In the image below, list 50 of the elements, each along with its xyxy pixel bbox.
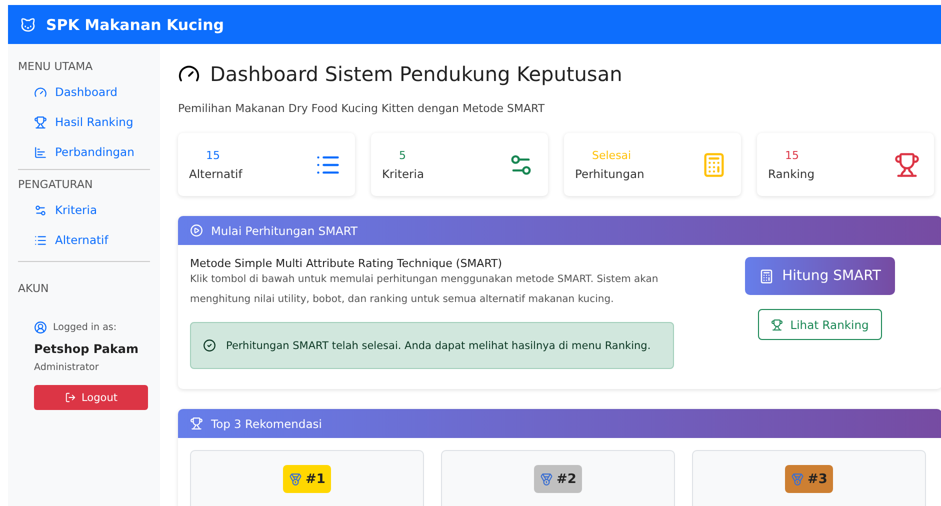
logged-in-label: Logged in as:: [53, 322, 117, 333]
rank-badge: #2: [534, 465, 582, 493]
calculate-button[interactable]: Hitung SMART: [745, 257, 895, 295]
section-heading: AKUN: [18, 281, 50, 297]
card-title: Top 3 Rekomendasi: [211, 416, 322, 430]
calculator-icon: [759, 268, 774, 284]
sidebar-item[interactable]: Kriteria: [18, 195, 150, 225]
logout-icon: [64, 392, 76, 403]
sidebar-item[interactable]: Alternatif: [18, 225, 150, 255]
medal-icon: [288, 472, 302, 486]
sidebar-item[interactable]: Hasil Ranking: [18, 107, 150, 137]
sidebar-item[interactable]: Perbandingan: [18, 137, 150, 167]
rank-badge: #3: [784, 465, 834, 493]
medal-icon: [790, 472, 804, 486]
stat-icon: [894, 152, 920, 178]
rank-badge: #1: [282, 465, 332, 493]
nav-icon: [34, 234, 47, 246]
trophy-icon: [771, 318, 784, 330]
card-title: Mulai Perhitungan SMART: [211, 224, 358, 238]
user-icon: [34, 321, 47, 334]
sidebar-item[interactable]: Dashboard: [18, 77, 150, 107]
user-name: Petshop Pakam: [33, 341, 140, 356]
medal-icon: [540, 472, 553, 486]
cat-icon: [20, 16, 36, 32]
stat-value: 5: [398, 148, 407, 162]
stat-value: Selesai: [591, 148, 632, 162]
stat-label: Kriteria: [382, 166, 424, 180]
section-heading: MENU UTAMA: [18, 59, 94, 75]
method-description: Klik tombol di bawah untuk memulai perhitungan menggunakan metode SMART. Sistem akan menghitung nilai utility, bobot, dan ranking untuk semua alternatif makanan kucing.: [190, 273, 660, 307]
check-icon: [203, 339, 216, 352]
stat-value: 15: [205, 148, 221, 162]
nav-icon: [34, 204, 47, 216]
method-title: Metode Simple Multi Attribute Rating Technique (SMART): [190, 257, 504, 270]
section-heading: PENGATURAN: [18, 177, 94, 193]
nav-icon: [34, 86, 47, 98]
trophy-icon: [190, 417, 203, 430]
alert-text: Perhitungan SMART telah selesai. Anda dapat melihat hasilnya di menu Ranking.: [226, 340, 651, 352]
view-ranking-button[interactable]: Lihat Ranking: [758, 309, 882, 340]
stat-label: Alternatif: [189, 166, 242, 180]
nav-icon: [34, 116, 47, 128]
stat-label: Perhitungan: [575, 166, 644, 180]
page-subtitle: Pemilihan Makanan Dry Food Kucing Kitten dengan Metode SMART: [178, 102, 546, 115]
stat-label: Ranking: [768, 166, 815, 180]
brand-title[interactable]: SPK Makanan Kucing: [46, 16, 224, 34]
user-role: Administrator: [33, 361, 100, 375]
logout-button[interactable]: Logout: [34, 385, 148, 410]
stat-value: 15: [784, 148, 800, 162]
play-icon: [190, 224, 203, 237]
nav-icon: [34, 146, 47, 158]
page-title: Dashboard Sistem Pendukung Keputusan: [210, 62, 622, 86]
